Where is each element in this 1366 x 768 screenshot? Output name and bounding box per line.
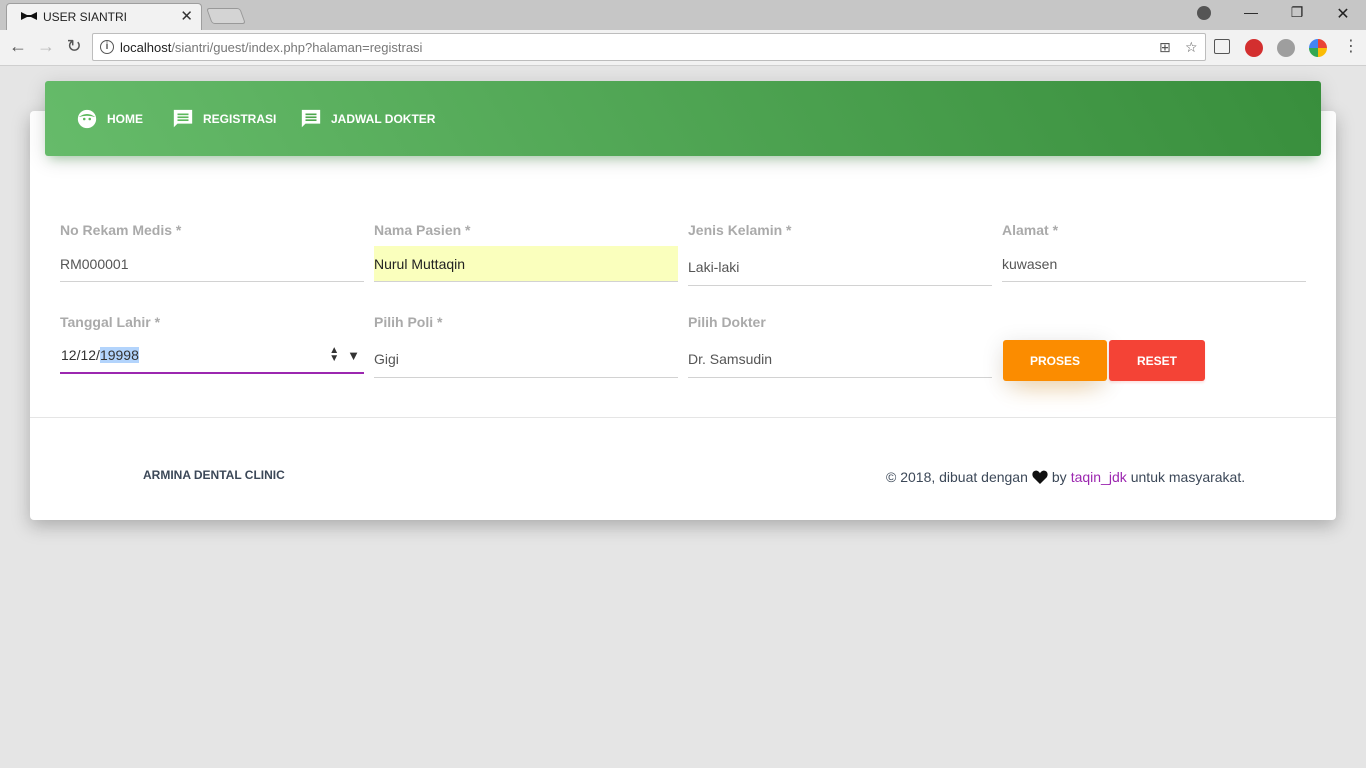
favicon-icon xyxy=(21,12,37,20)
copyright-by: by xyxy=(1051,469,1067,485)
footer-divider xyxy=(30,417,1336,418)
jenis-kelamin-label: Jenis Kelamin * xyxy=(688,222,792,238)
tab-title: USER SIANTRI xyxy=(43,10,128,24)
chat-icon xyxy=(301,109,321,128)
nav-home-label: HOME xyxy=(107,112,143,126)
browser-toolbar: ← → ↻ i localhost/siantri/guest/index.ph… xyxy=(0,30,1366,66)
nav-registrasi[interactable]: REGISTRASI xyxy=(172,107,276,131)
copyright-suffix: untuk masyarakat. xyxy=(1130,469,1246,485)
nama-pasien-value: Nurul Muttaqin xyxy=(374,255,466,272)
nav-home[interactable]: HOME xyxy=(76,107,143,131)
footer-copyright: © 2018, dibuat dengan by taqin_jdk untuk… xyxy=(886,469,1245,485)
date-spinner-icon[interactable]: ▲ ▼ xyxy=(329,346,339,364)
forward-arrow-icon[interactable]: → xyxy=(35,36,57,57)
jenis-kelamin-select[interactable]: Laki-laki xyxy=(688,248,992,286)
profile-icon[interactable] xyxy=(1197,6,1211,20)
star-icon[interactable]: ☆ xyxy=(1185,39,1198,56)
no-rekam-medis-value: RM000001 xyxy=(60,255,129,272)
tanggal-lahir-date-input[interactable]: 12/12/19998 ▲ ▼ ▼ xyxy=(60,338,364,374)
pilih-poli-label: Pilih Poli * xyxy=(374,314,443,330)
footer-brand: ARMINA DENTAL CLINIC xyxy=(143,468,285,482)
restore-button[interactable]: ❐ xyxy=(1274,4,1320,21)
alamat-field[interactable]: kuwasen xyxy=(1002,246,1306,282)
no-rekam-medis-label: No Rekam Medis * xyxy=(60,222,182,238)
pilih-poli-select[interactable]: Gigi xyxy=(374,340,678,378)
no-rekam-medis-field[interactable]: RM000001 xyxy=(60,246,364,282)
minimize-button[interactable]: — xyxy=(1228,4,1274,20)
face-icon xyxy=(77,109,97,129)
extension-icon[interactable] xyxy=(1277,39,1295,57)
date-controls: ▲ ▼ ▼ xyxy=(329,346,360,364)
tanggal-lahir-value: 12/12/19998 xyxy=(61,347,139,363)
heart-icon xyxy=(1032,470,1048,484)
browser-tab[interactable]: USER SIANTRI ✕ xyxy=(6,3,202,30)
reload-icon[interactable]: ↻ xyxy=(63,36,85,57)
reset-button[interactable]: RESET xyxy=(1109,340,1205,381)
address-bar[interactable]: i localhost/siantri/guest/index.php?hala… xyxy=(92,33,1206,61)
tanggal-lahir-label: Tanggal Lahir * xyxy=(60,314,161,330)
alamat-label: Alamat * xyxy=(1002,222,1059,238)
jenis-kelamin-value: Laki-laki xyxy=(688,258,740,275)
nav-jadwal-dokter-label: JADWAL DOKTER xyxy=(331,112,436,126)
nama-pasien-field[interactable]: Nurul Muttaqin xyxy=(374,246,678,282)
pilih-poli-value: Gigi xyxy=(374,350,399,367)
registration-card xyxy=(30,111,1336,520)
nav-registrasi-label: REGISTRASI xyxy=(203,112,277,126)
tab-close-icon[interactable]: ✕ xyxy=(180,7,193,25)
date-dropdown-icon[interactable]: ▼ xyxy=(347,348,360,363)
browser-tab-bar: USER SIANTRI ✕ — ❐ ✕ xyxy=(0,0,1366,30)
copyright-text: © 2018, dibuat dengan xyxy=(886,469,1028,485)
back-arrow-icon[interactable]: ← xyxy=(7,36,29,57)
pinterest-icon[interactable] xyxy=(1245,39,1263,57)
navbar: HOME REGISTRASI JADWAL DOKTER xyxy=(45,81,1321,156)
close-window-button[interactable]: ✕ xyxy=(1320,4,1366,24)
pilih-dokter-label: Pilih Dokter xyxy=(688,314,766,330)
url-text: localhost/siantri/guest/index.php?halama… xyxy=(120,40,423,55)
pilih-dokter-value: Dr. Samsudin xyxy=(688,350,773,367)
info-icon[interactable]: i xyxy=(100,40,114,54)
chat-icon xyxy=(173,109,193,128)
author-link[interactable]: taqin_jdk xyxy=(1071,469,1127,485)
screenshot-extension-icon[interactable] xyxy=(1214,39,1230,54)
nama-pasien-label: Nama Pasien * xyxy=(374,222,471,238)
chrome-extension-icon[interactable] xyxy=(1309,39,1327,57)
nav-jadwal-dokter[interactable]: JADWAL DOKTER xyxy=(300,107,435,131)
alamat-value: kuwasen xyxy=(1002,255,1058,272)
proses-button[interactable]: PROSES xyxy=(1003,340,1107,381)
new-tab-button[interactable] xyxy=(206,8,246,24)
pilih-dokter-select[interactable]: Dr. Samsudin xyxy=(688,340,992,378)
menu-icon[interactable]: ⋮ xyxy=(1340,36,1362,56)
translate-icon[interactable]: ⊞ xyxy=(1159,39,1171,56)
